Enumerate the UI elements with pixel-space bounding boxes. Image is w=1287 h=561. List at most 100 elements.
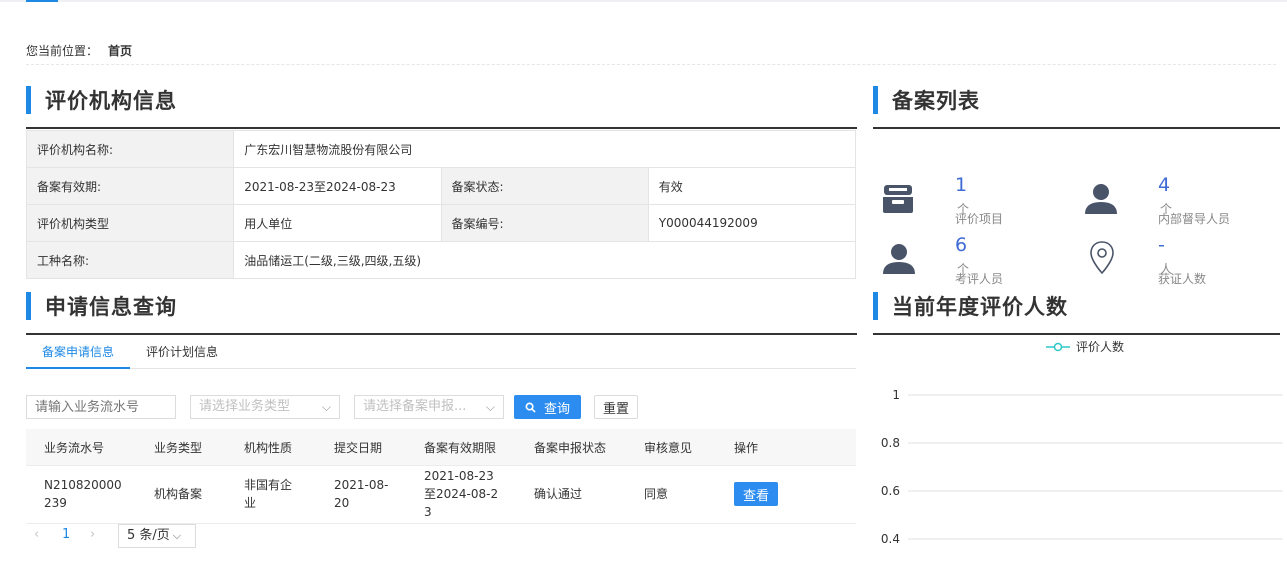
apply-tabs: 备案申请信息 评价计划信息 (26, 338, 856, 369)
top-nav-active-indicator (26, 0, 58, 2)
validity-label: 备案有效期: (25, 167, 235, 205)
filing-status-select[interactable]: 请选择备案申报... ⌵ (354, 395, 504, 419)
yearly-eval-title-text: 当前年度评价人数 (892, 295, 1068, 319)
filing-list-divider (873, 127, 1280, 129)
stat-label: 考评人员 (955, 272, 1004, 286)
page-size-value: 5 条/页 (127, 528, 170, 543)
title-accent-bar (26, 86, 31, 114)
title-accent-bar (26, 292, 31, 320)
stat-label: 评价项目 (955, 212, 1004, 226)
chevron-down-icon: ⌵ (485, 400, 495, 414)
prev-page-button[interactable]: ‹ (34, 527, 39, 542)
title-accent-bar (873, 292, 878, 320)
user-icon (883, 244, 915, 274)
legend-line-marker-icon (1046, 342, 1070, 351)
stat-value: 4 (1158, 174, 1171, 196)
org-info-row: 评价机构类型 用人单位 备案编号: Y000044192009 (25, 204, 857, 242)
org-info-table: 评价机构名称: 广东宏川智慧物流股份有限公司 备案有效期: 2021-08-23… (25, 130, 857, 279)
chart-legend[interactable]: 评价人数 (1046, 338, 1124, 355)
filing-status-placeholder: 请选择备案申报... (363, 399, 467, 414)
stat-label: 获证人数 (1158, 272, 1207, 286)
org-type-label: 评价机构类型 (25, 204, 235, 242)
cell-line: 20 (334, 496, 350, 510)
yearly-eval-title: 当前年度评价人数 (873, 292, 1068, 320)
review-opinion-cell: 同意 (644, 487, 669, 501)
page-size-select[interactable]: 5 条/页 ⌵ (118, 524, 196, 548)
org-type-value: 用人单位 (233, 204, 442, 242)
cell-line: 2021-08-23 (424, 469, 494, 483)
org-info-row: 评价机构名称: 广东宏川智慧物流股份有限公司 (25, 130, 856, 168)
column-header: 业务流水号 (44, 441, 105, 455)
stat-value: - (1158, 234, 1165, 256)
column-header: 机构性质 (244, 441, 293, 455)
cell-line: N210820000 (44, 478, 122, 492)
cell-line: 非国有企 (244, 478, 293, 492)
chevron-down-icon: ⌵ (321, 400, 331, 414)
query-button[interactable]: 查询 (514, 395, 581, 419)
job-name-value: 油品储运工(二级,三级,四级,五级) (233, 241, 856, 279)
page-number-button[interactable]: 1 (62, 527, 70, 542)
org-name-label: 评价机构名称: (25, 130, 235, 168)
legend-series-name: 评价人数 (1076, 340, 1125, 354)
yearly-eval-chart: 1 0.8 0.6 0.4 (881, 388, 1283, 546)
query-button-label: 查询 (543, 401, 570, 417)
view-button[interactable]: 查看 (734, 482, 778, 506)
user-icon (1085, 184, 1117, 214)
column-header: 审核意见 (644, 441, 693, 455)
submit-date-cell: 2021-08- 20 (334, 476, 388, 512)
title-accent-bar (873, 86, 878, 114)
tab-eval-plan[interactable]: 评价计划信息 (130, 338, 234, 369)
table-row: N210820000 239 机构备案 非国有企 业 2021-08- 20 2… (26, 466, 856, 524)
cell-line: 3 (424, 505, 432, 519)
status-value: 有效 (647, 167, 857, 205)
apply-query-title: 申请信息查询 (26, 292, 177, 320)
filing-status-cell: 确认通过 (534, 487, 583, 501)
breadcrumb-current[interactable]: 首页 (108, 44, 132, 58)
column-header: 备案申报状态 (534, 441, 607, 455)
table-header: 业务流水号 业务类型 机构性质 提交日期 备案有效期限 备案申报状态 审核意见 … (26, 429, 856, 466)
serial-number-cell: N210820000 239 (44, 476, 122, 512)
business-type-select[interactable]: 请选择业务类型 ⌵ (190, 395, 340, 419)
cell-line: 业 (244, 496, 257, 510)
stat-value: 1 (955, 174, 968, 196)
chevron-down-icon: ⌵ (172, 529, 182, 542)
breadcrumb-divider (26, 64, 1276, 65)
breadcrumb: 您当前位置： 首页 (26, 42, 132, 59)
tab-filing-application[interactable]: 备案申请信息 (26, 338, 131, 369)
column-header: 业务类型 (154, 441, 203, 455)
cell-line: 至2024-08-2 (424, 487, 499, 501)
org-info-row: 工种名称: 油品储运工(二级,三级,四级,五级) (25, 241, 856, 279)
reset-button[interactable]: 重置 (594, 395, 638, 419)
filing-list-title: 备案列表 (873, 86, 980, 114)
business-type-cell: 机构备案 (154, 487, 203, 501)
validity-value: 2021-08-23至2024-08-23 (233, 167, 442, 205)
apply-query-title-text: 申请信息查询 (45, 295, 177, 319)
next-page-button[interactable]: › (90, 527, 95, 542)
stat-label: 内部督导人员 (1158, 212, 1231, 226)
cell-line: 2021-08- (334, 478, 389, 492)
org-name-value: 广东宏川智慧物流股份有限公司 (233, 130, 856, 168)
column-header: 提交日期 (334, 441, 383, 455)
y-tick-label: 0.4 (881, 532, 900, 546)
filing-number-label: 备案编号: (440, 204, 649, 242)
business-type-placeholder: 请选择业务类型 (199, 399, 291, 414)
filing-number-value: Y000044192009 (647, 204, 857, 242)
cell-line: 239 (44, 496, 67, 510)
job-name-label: 工种名称: (25, 241, 235, 279)
column-header: 备案有效期限 (424, 441, 497, 455)
location-pin-icon (1090, 241, 1114, 275)
yearly-eval-divider (873, 333, 1280, 335)
org-nature-cell: 非国有企 业 (244, 476, 292, 512)
top-nav-bar (0, 0, 1287, 2)
serial-number-input[interactable] (26, 395, 176, 419)
filing-list-title-text: 备案列表 (892, 89, 980, 113)
org-info-row: 备案有效期: 2021-08-23至2024-08-23 备案状态: 有效 (25, 167, 857, 205)
status-label: 备案状态: (440, 167, 649, 205)
org-info-divider (26, 127, 857, 129)
inbox-icon (883, 185, 913, 213)
stat-value: 6 (955, 234, 968, 256)
y-tick-label: 0.6 (881, 484, 900, 498)
breadcrumb-label: 您当前位置： (26, 44, 99, 58)
apply-query-divider (26, 333, 857, 335)
validity-period-cell: 2021-08-23 至2024-08-2 3 (424, 467, 498, 521)
